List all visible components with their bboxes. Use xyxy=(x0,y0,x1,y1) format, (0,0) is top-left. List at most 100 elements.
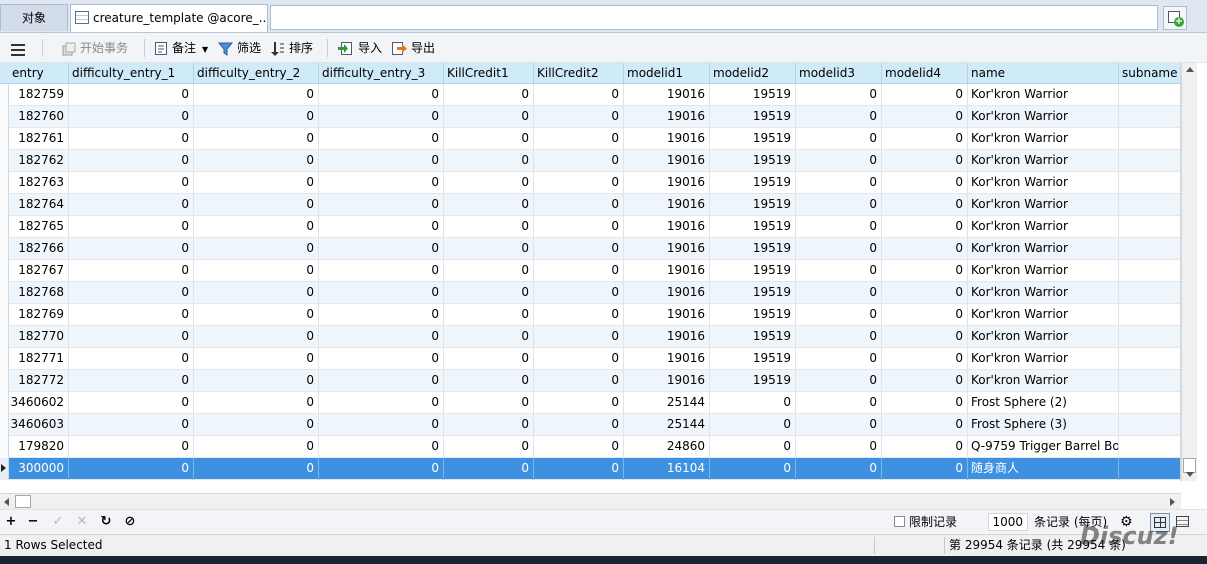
row-header[interactable] xyxy=(0,304,9,326)
table-cell[interactable]: Frost Sphere (3) xyxy=(968,414,1119,436)
column-header[interactable]: modelid3 xyxy=(796,63,882,84)
table-cell[interactable]: 0 xyxy=(69,260,194,282)
table-cell[interactable]: 0 xyxy=(882,194,968,216)
table-cell[interactable]: 19519 xyxy=(710,194,796,216)
row-header[interactable] xyxy=(0,238,9,260)
row-header[interactable] xyxy=(0,282,9,304)
table-cell[interactable]: Kor'kron Warrior xyxy=(968,326,1119,348)
table-cell[interactable]: 0 xyxy=(882,458,968,480)
table-cell[interactable] xyxy=(1119,348,1180,370)
table-cell[interactable]: 0 xyxy=(444,458,534,480)
row-header[interactable] xyxy=(0,326,9,348)
table-cell[interactable]: 300000 xyxy=(9,458,69,480)
table-cell[interactable]: 0 xyxy=(882,128,968,150)
data-grid[interactable]: entry difficulty_entry_1 difficulty_entry_… xyxy=(0,63,1181,481)
column-header[interactable]: entry xyxy=(9,63,69,84)
table-cell[interactable]: 0 xyxy=(444,238,534,260)
table-cell[interactable]: 0 xyxy=(69,348,194,370)
table-row[interactable]: 182770 0 0 0 0 0 19016 19519 0 0 Kor'kron Warrior xyxy=(0,326,1180,348)
row-header[interactable] xyxy=(0,84,9,106)
table-cell[interactable]: 0 xyxy=(534,106,624,128)
table-cell[interactable]: 19016 xyxy=(624,84,710,106)
table-row[interactable]: 179820 0 0 0 0 0 24860 0 0 0 Q-9759 Trigger Barrel… xyxy=(0,436,1180,458)
table-cell[interactable]: 0 xyxy=(69,106,194,128)
table-cell[interactable]: 0 xyxy=(319,260,444,282)
table-cell[interactable]: 0 xyxy=(534,458,624,480)
table-cell[interactable] xyxy=(1119,304,1180,326)
table-cell[interactable]: 0 xyxy=(319,84,444,106)
table-cell[interactable]: 0 xyxy=(444,326,534,348)
table-cell[interactable]: 0 xyxy=(319,436,444,458)
table-cell[interactable]: 0 xyxy=(194,172,319,194)
row-header[interactable] xyxy=(0,414,9,436)
table-row[interactable]: 182763 0 0 0 0 0 19016 19519 0 0 Kor'kron Warrior xyxy=(0,172,1180,194)
table-cell[interactable]: Kor'kron Warrior xyxy=(968,194,1119,216)
column-header[interactable]: difficulty_entry_3 xyxy=(319,63,444,84)
table-cell[interactable]: 0 xyxy=(69,304,194,326)
table-cell[interactable]: 0 xyxy=(444,436,534,458)
row-header[interactable] xyxy=(0,260,9,282)
table-cell[interactable]: 0 xyxy=(319,150,444,172)
tab-creature-template[interactable]: creature_template @acore_... xyxy=(70,4,268,32)
table-cell[interactable]: Q-9759 Trigger Barrel Bo xyxy=(968,436,1119,458)
apply-changes-button[interactable]: ✓ xyxy=(50,514,66,530)
new-tab-button[interactable]: + xyxy=(1163,6,1187,30)
table-cell[interactable]: 0 xyxy=(534,194,624,216)
table-cell[interactable]: 0 xyxy=(69,436,194,458)
table-cell[interactable]: 182770 xyxy=(9,326,69,348)
table-cell[interactable]: 182766 xyxy=(9,238,69,260)
table-cell[interactable]: Kor'kron Warrior xyxy=(968,172,1119,194)
table-cell[interactable] xyxy=(1119,370,1180,392)
table-cell[interactable]: 随身商人 xyxy=(968,458,1119,480)
table-cell[interactable]: 19016 xyxy=(624,370,710,392)
table-cell[interactable]: 182765 xyxy=(9,216,69,238)
scroll-right-icon[interactable] xyxy=(1170,498,1175,506)
table-cell[interactable]: 19519 xyxy=(710,326,796,348)
table-cell[interactable]: 19519 xyxy=(710,172,796,194)
horizontal-scrollbar[interactable] xyxy=(0,493,1181,509)
row-header[interactable] xyxy=(0,194,9,216)
column-header[interactable]: KillCredit1 xyxy=(444,63,534,84)
table-cell[interactable]: 0 xyxy=(319,106,444,128)
filter-button[interactable]: 筛选 xyxy=(218,39,261,59)
table-cell[interactable] xyxy=(1119,282,1180,304)
table-row[interactable]: 3460603 0 0 0 0 0 25144 0 0 0 Frost Sphere (3) xyxy=(0,414,1180,436)
table-row[interactable]: 182764 0 0 0 0 0 19016 19519 0 0 Kor'kron Warrior xyxy=(0,194,1180,216)
tab-filter-area[interactable] xyxy=(270,5,1158,30)
table-cell[interactable]: 0 xyxy=(194,128,319,150)
table-cell[interactable] xyxy=(1119,172,1180,194)
table-cell[interactable]: 0 xyxy=(319,282,444,304)
table-cell[interactable]: 0 xyxy=(710,436,796,458)
table-cell[interactable]: 0 xyxy=(194,458,319,480)
table-cell[interactable]: 0 xyxy=(534,414,624,436)
table-cell[interactable]: 0 xyxy=(319,238,444,260)
table-cell[interactable]: 0 xyxy=(319,392,444,414)
table-cell[interactable]: 0 xyxy=(319,194,444,216)
table-cell[interactable]: 19519 xyxy=(710,304,796,326)
table-cell[interactable]: Frost Sphere (2) xyxy=(968,392,1119,414)
table-cell[interactable]: 182761 xyxy=(9,128,69,150)
table-cell[interactable]: 182771 xyxy=(9,348,69,370)
table-cell[interactable]: Kor'kron Warrior xyxy=(968,260,1119,282)
table-cell[interactable]: Kor'kron Warrior xyxy=(968,216,1119,238)
delete-record-button[interactable]: − xyxy=(25,514,41,530)
table-cell[interactable]: 0 xyxy=(534,282,624,304)
table-cell[interactable]: 3460603 xyxy=(9,414,69,436)
table-cell[interactable]: 0 xyxy=(444,150,534,172)
table-cell[interactable]: 0 xyxy=(194,150,319,172)
table-cell[interactable]: 19016 xyxy=(624,150,710,172)
table-cell[interactable]: 19519 xyxy=(710,348,796,370)
table-cell[interactable]: 182768 xyxy=(9,282,69,304)
table-cell[interactable] xyxy=(1119,436,1180,458)
table-cell[interactable]: 19519 xyxy=(710,128,796,150)
table-cell[interactable]: 0 xyxy=(194,238,319,260)
table-cell[interactable]: 0 xyxy=(444,106,534,128)
table-cell[interactable]: 0 xyxy=(319,128,444,150)
table-row[interactable]: 182766 0 0 0 0 0 19016 19519 0 0 Kor'kron Warrior xyxy=(0,238,1180,260)
table-cell[interactable]: 0 xyxy=(69,458,194,480)
table-cell[interactable]: 0 xyxy=(882,348,968,370)
export-button[interactable]: 导出 xyxy=(391,39,435,59)
table-cell[interactable]: 182764 xyxy=(9,194,69,216)
tab-objects[interactable]: 对象 xyxy=(0,4,68,31)
table-cell[interactable]: 0 xyxy=(319,370,444,392)
